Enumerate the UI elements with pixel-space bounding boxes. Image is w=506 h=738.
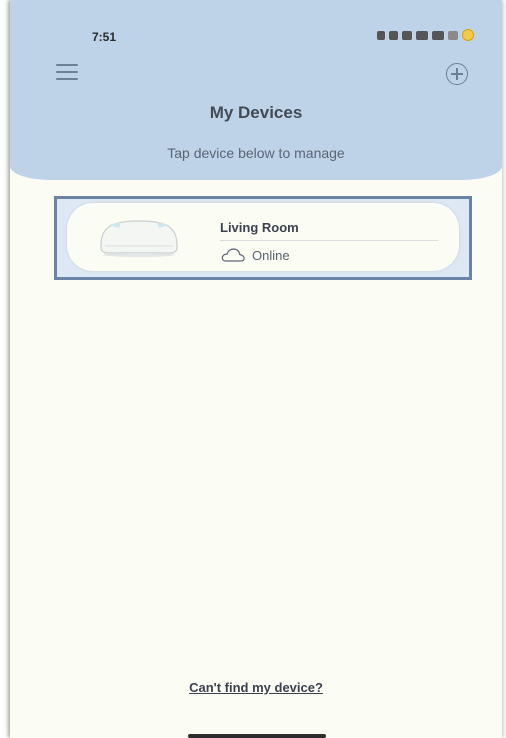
signal-icon (432, 30, 444, 40)
add-device-icon[interactable] (446, 63, 468, 85)
device-card-inner[interactable]: Living Room Online (67, 203, 459, 271)
page-title: My Devices (209, 103, 303, 122)
home-indicator[interactable] (188, 734, 326, 738)
device-name: Living Room (220, 220, 299, 235)
notification-icon (389, 30, 398, 40)
page-subtitle: Tap device below to manage (167, 145, 345, 161)
cant-find-device-link[interactable]: Can't find my device? (10, 680, 502, 695)
device-status-label: Online (252, 247, 290, 263)
wifi-icon (402, 30, 412, 40)
app-screen: 7:51 My Devices Tap device below to mana… (10, 0, 502, 738)
status-bar: 7:51 (10, 0, 502, 56)
signal-2-icon (448, 30, 458, 40)
network-icon (416, 30, 428, 40)
status-time: 7:51 (92, 30, 117, 44)
device-status: Online (220, 247, 290, 263)
battery-icon (462, 29, 474, 41)
menu-icon[interactable] (56, 64, 78, 82)
header: 7:51 My Devices Tap device below to mana… (10, 0, 502, 180)
router-device-image (100, 220, 178, 257)
cloud-icon (221, 248, 245, 262)
status-icons (377, 29, 474, 41)
alarm-icon (377, 30, 385, 40)
device-card-living-room[interactable]: Living Room Online (54, 196, 472, 280)
divider (220, 240, 438, 241)
